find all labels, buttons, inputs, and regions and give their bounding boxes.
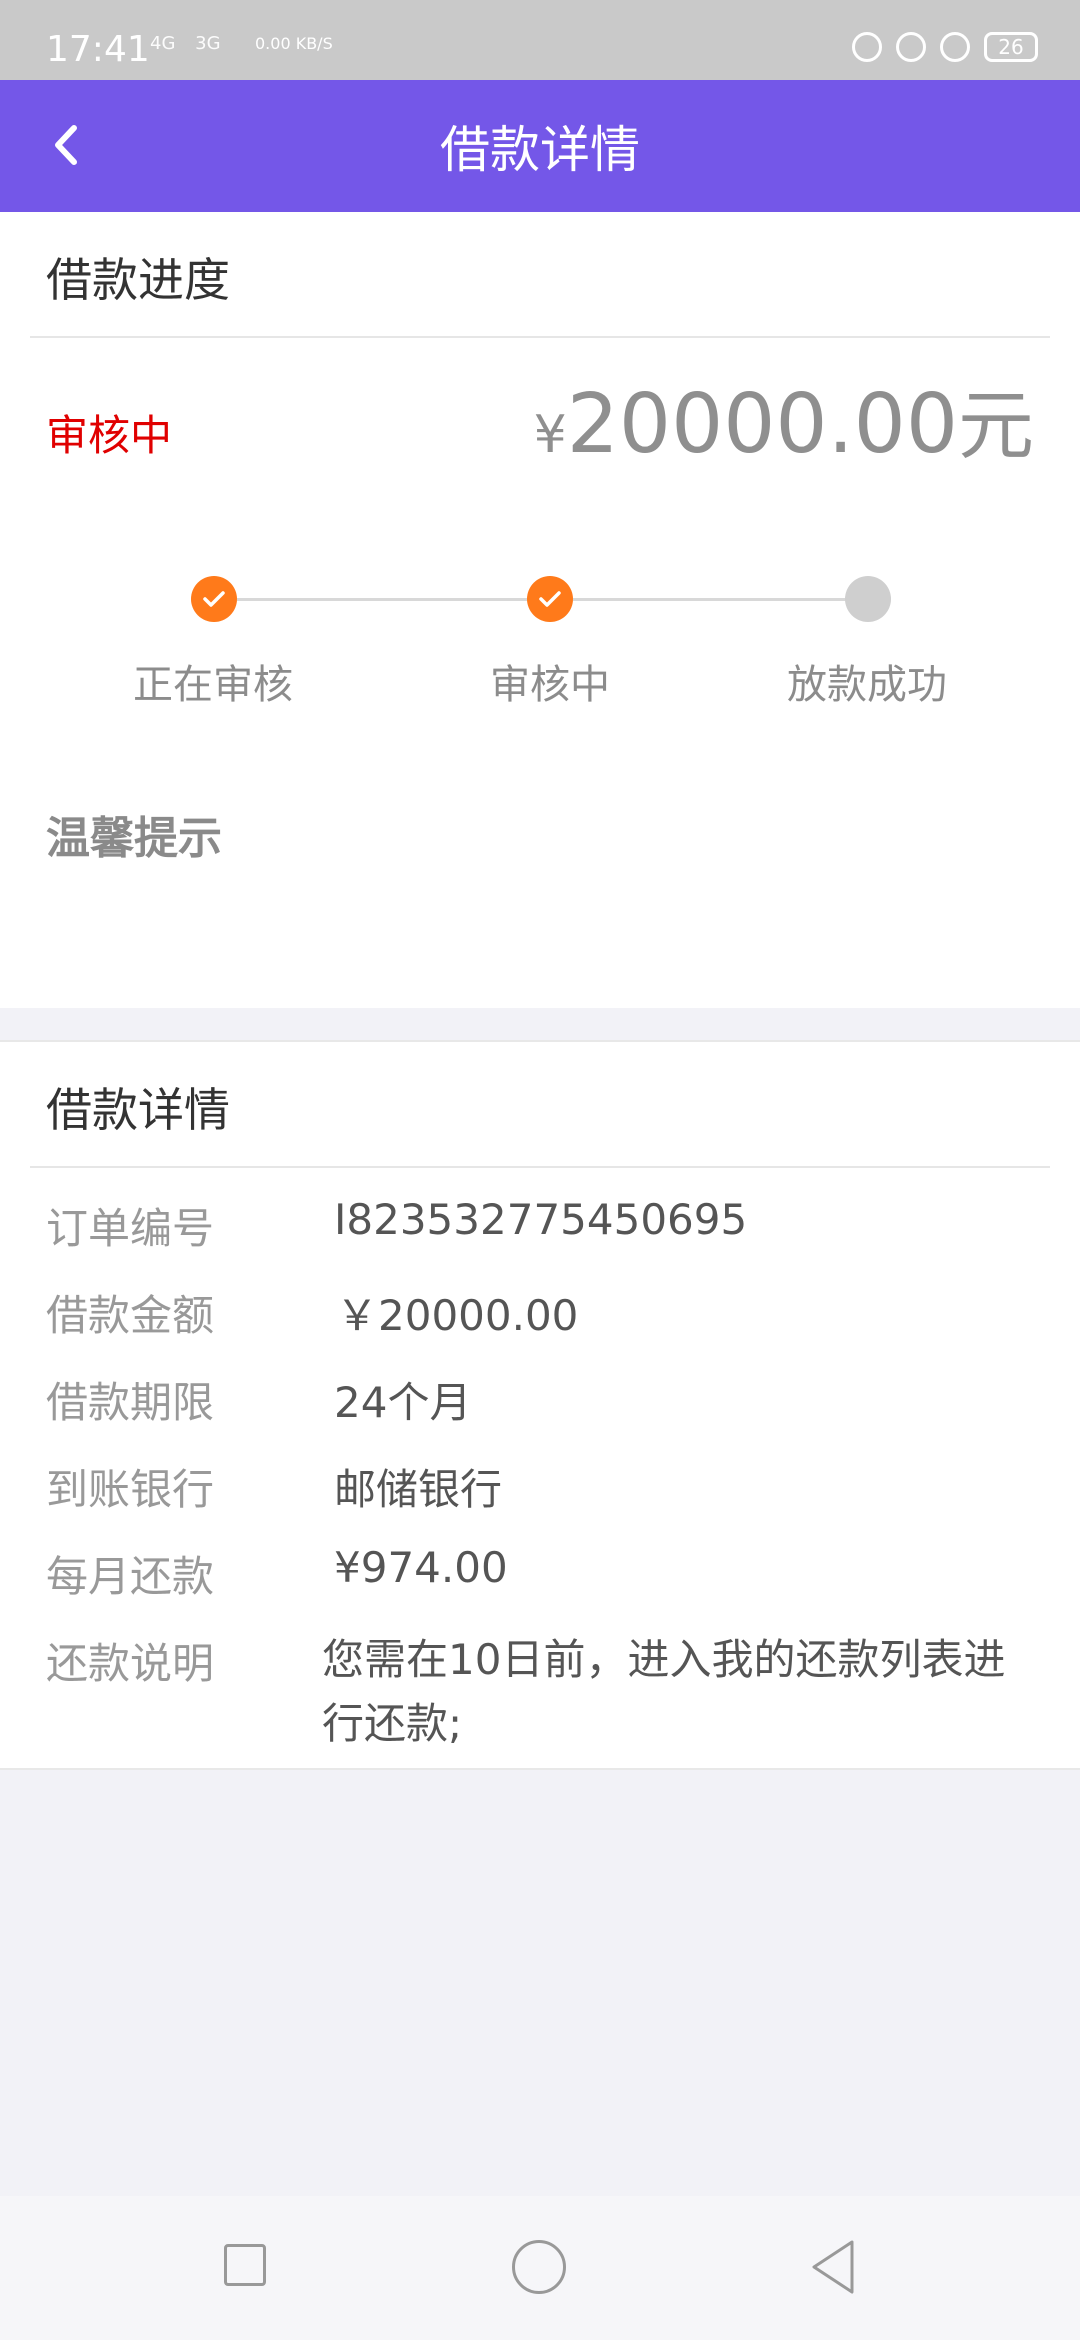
step-1-label: 正在审核	[133, 662, 293, 708]
lock-rotation-icon	[896, 32, 926, 62]
status-time: 17:41	[46, 29, 150, 70]
repayment-note-value: 您需在10日前，进入我的还款列表进行还款;	[322, 1635, 1006, 1748]
network-speed: 0.00 KB/S	[255, 34, 333, 53]
page-title: 借款详情	[440, 121, 640, 179]
system-nav-bar	[0, 2196, 1080, 2340]
details-divider	[30, 1166, 1050, 1168]
status-bar: 17:41 4G 3G 0.00 KB/S 26	[0, 0, 1080, 80]
network-3g-label: 3G	[195, 33, 221, 54]
step-3-label: 放款成功	[787, 662, 947, 708]
alarm-icon	[940, 32, 970, 62]
monthly-payment-value: ¥974.00	[334, 1543, 508, 1592]
progress-section-title: 借款进度	[46, 253, 230, 307]
step-2-check-icon	[527, 576, 573, 622]
tips-title: 温馨提示	[46, 813, 222, 864]
battery-level: 26	[998, 35, 1024, 59]
step-3-pending-icon	[845, 576, 891, 622]
loan-term-value: 24个月	[334, 1378, 472, 1427]
status-badge: 审核中	[46, 411, 173, 460]
loan-term-label: 借款期限	[46, 1378, 215, 1427]
app-header: 借款详情	[0, 80, 1080, 212]
progress-line-1	[237, 598, 531, 601]
back-arrow-icon[interactable]	[44, 120, 94, 170]
battery-icon: 26	[984, 32, 1038, 62]
progress-card: 借款进度 审核中 ¥20000.00元 正在审核 审核中 放款成功 温馨提示	[0, 212, 1080, 1008]
bank-label: 到账银行	[46, 1465, 215, 1514]
status-icons: 26	[852, 32, 1038, 62]
back-triangle-icon[interactable]	[808, 2238, 858, 2296]
monthly-payment-label: 每月还款	[46, 1552, 215, 1601]
amount-currency-symbol: ¥	[533, 405, 567, 465]
loan-amount: ¥20000.00元	[534, 380, 1034, 480]
loan-amount-label: 借款金额	[46, 1291, 215, 1340]
step-2-label: 审核中	[490, 662, 610, 708]
home-icon[interactable]	[512, 2240, 566, 2294]
network-4g-label: 4G	[150, 33, 176, 54]
order-number-value: I823532775450695	[334, 1195, 748, 1244]
progress-line-2	[573, 598, 867, 601]
loan-amount-value: ￥20000.00	[336, 1291, 579, 1340]
details-section-title: 借款详情	[46, 1083, 230, 1137]
order-number-label: 订单编号	[46, 1204, 215, 1253]
repayment-note-label: 还款说明	[46, 1639, 215, 1688]
network-indicators: 4G 3G	[150, 34, 235, 54]
step-1-check-icon	[191, 576, 237, 622]
recent-apps-icon[interactable]	[224, 2244, 266, 2286]
notification-off-icon	[852, 32, 882, 62]
amount-unit: 元	[958, 381, 1034, 470]
progress-divider	[30, 336, 1050, 338]
amount-value: 20000.00	[566, 377, 958, 472]
bank-value: 邮储银行	[334, 1465, 503, 1514]
